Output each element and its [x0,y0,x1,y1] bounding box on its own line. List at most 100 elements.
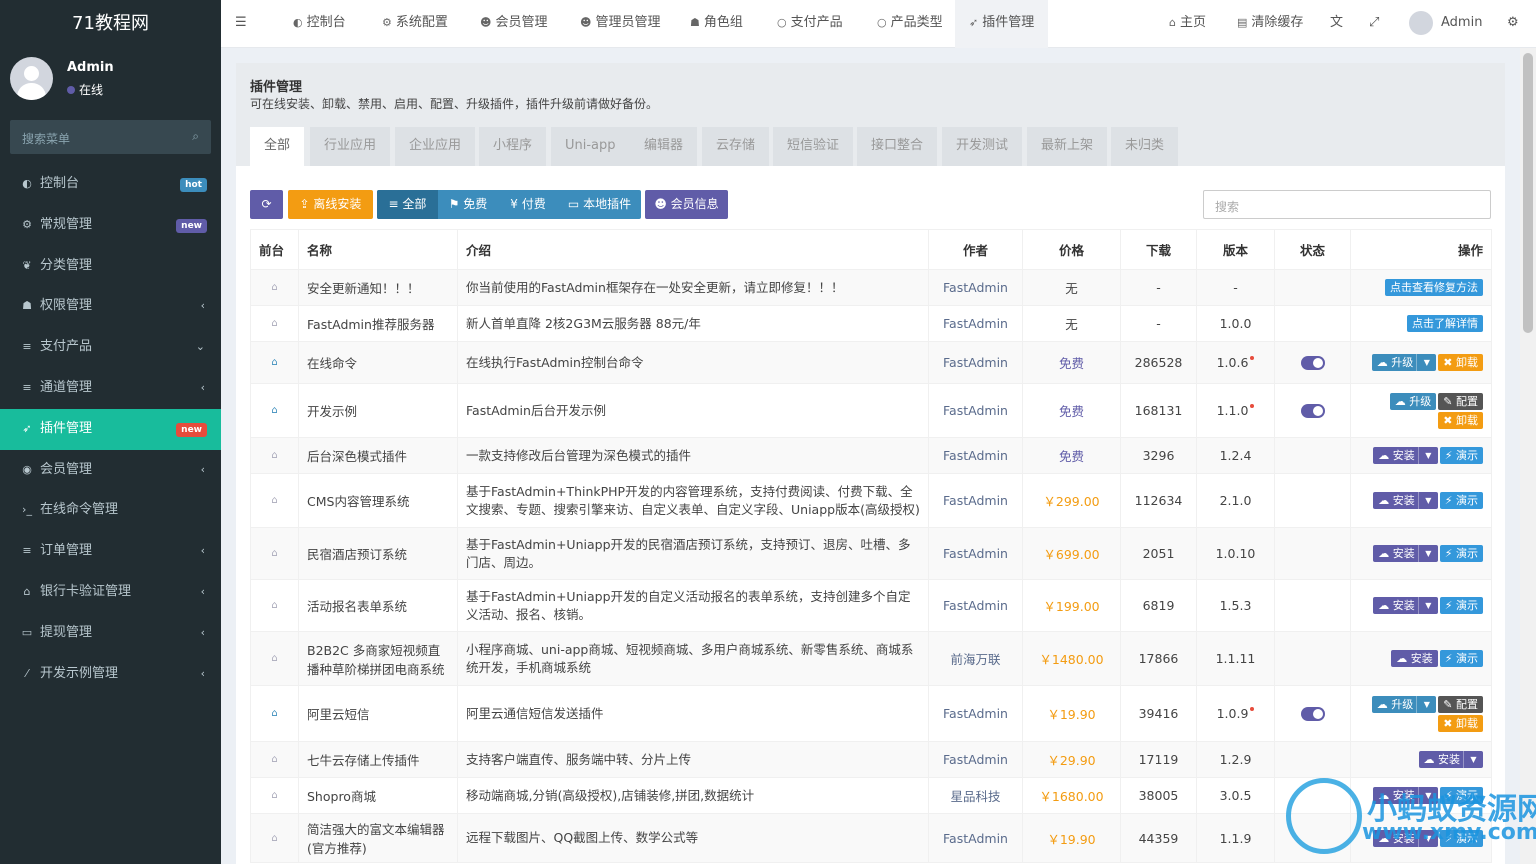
caret-down-icon[interactable]: ▼ [1463,751,1483,768]
filter-paid-button[interactable]: ¥ 付费 [498,190,558,219]
page-scrollbar[interactable] [1520,48,1536,864]
action-button[interactable]: ☁ 安装 [1418,751,1465,768]
sidebar-item[interactable]: ➶ 插件管理 new [0,408,221,450]
filter-all-button[interactable]: ≡ 全部 [377,190,438,219]
plugin-author[interactable]: FastAdmin [943,752,1008,767]
action-button[interactable]: ⚡ 演示 [1439,650,1483,667]
action-button[interactable]: 点击查看修复方法 [1385,279,1483,296]
sidebar-item[interactable]: ≡ 支付产品 ⌄ [0,327,221,368]
home-icon[interactable]: ⌂ [271,833,277,844]
clear-cache-button[interactable]: ▤ 清除缓存 [1237,0,1303,48]
home-icon[interactable]: ⌂ [271,450,277,461]
action-button[interactable]: ⚡ 演示 [1439,492,1483,509]
category-tab[interactable]: 开发测试 [942,127,1023,166]
sidebar-item[interactable]: ⚙ 常规管理 new [0,205,221,246]
action-button[interactable]: ☁ 安装 [1373,787,1420,804]
category-tab[interactable]: 最新上架 [1027,127,1108,166]
home-icon[interactable]: ⌂ [271,282,277,293]
action-button[interactable]: ⚡ 演示 [1439,829,1483,847]
home-icon[interactable]: ⌂ [271,754,277,765]
caret-down-icon[interactable]: ▼ [1417,597,1438,614]
app-logo[interactable]: 71教程网 [0,0,221,48]
home-link[interactable]: ⌂ 主页 [1169,0,1206,48]
caret-down-icon[interactable]: ▼ [1417,829,1438,847]
sidebar-item[interactable]: ❦ 分类管理 [0,246,221,287]
category-tab[interactable]: 未归类 [1111,127,1179,166]
sidebar-item[interactable]: ≡ 通道管理 ‹ [0,368,221,409]
action-button[interactable]: ✖ 卸载 [1438,354,1483,371]
action-button[interactable]: 点击了解详情 [1407,315,1483,332]
action-button[interactable]: ✖ 卸载 [1438,411,1483,429]
member-info-button[interactable]: ☻ 会员信息 [645,190,728,219]
topnav-tab[interactable]: ☗ 角色组 [676,0,757,48]
action-button[interactable]: ✎ 配置 [1438,392,1483,410]
plugin-author[interactable]: FastAdmin [943,831,1008,846]
topnav-tab[interactable]: ○ 产品类型 [863,0,957,48]
topnav-tab[interactable]: ◐ 控制台 [279,0,360,48]
caret-down-icon[interactable]: ▼ [1416,354,1437,371]
action-button[interactable]: ☁ 安装 [1373,545,1420,562]
action-button[interactable]: ⚡ 演示 [1439,597,1483,614]
refresh-button[interactable]: ⟳ [250,190,283,219]
plugin-author[interactable]: FastAdmin [943,448,1008,463]
action-button[interactable]: ✖ 卸载 [1438,714,1483,732]
action-button[interactable]: ⚡ 演示 [1439,545,1483,562]
action-button[interactable]: ✎ 配置 [1438,695,1483,713]
action-button[interactable]: ⚡ 演示 [1439,787,1483,804]
home-icon[interactable]: ⌂ [271,653,277,664]
sidebar-search-input[interactable]: 搜索菜单 ⌕ [10,120,211,154]
category-tab[interactable]: 企业应用 [395,127,476,166]
topnav-tab[interactable]: ⚙ 系统配置 [368,0,462,48]
menu-toggle-icon[interactable]: ☰ [235,0,251,48]
topnav-tab[interactable]: ➶ 插件管理 [955,0,1049,48]
action-button[interactable]: ☁ 升级 [1371,354,1419,371]
home-icon[interactable]: ⌂ [271,495,277,506]
action-button[interactable]: ☁ 安装 [1373,829,1420,847]
plugin-author[interactable]: FastAdmin [943,355,1008,370]
plugin-author[interactable]: FastAdmin [943,546,1008,561]
category-tab[interactable]: 短信验证 [773,127,854,166]
filter-local-button[interactable]: ▭ 本地插件 [558,190,641,219]
plugin-author[interactable]: FastAdmin [943,280,1008,295]
category-tab[interactable]: 行业应用 [310,127,391,166]
action-button[interactable]: ⚡ 演示 [1439,447,1483,464]
category-tab[interactable]: Uni-app [551,127,630,166]
status-toggle[interactable] [1300,404,1325,419]
topnav-tab[interactable]: ☻ 会员管理 [466,0,561,48]
admin-menu[interactable]: Admin [1409,0,1482,48]
filter-free-button[interactable]: ⚑ 免费 [438,190,498,219]
sidebar-item[interactable]: ≡ 订单管理 ‹ [0,531,221,572]
plugin-author[interactable]: 前海万联 [950,652,1000,667]
action-button[interactable]: ☁ 安装 [1373,447,1420,464]
language-icon[interactable]: 文 [1330,0,1343,48]
home-icon[interactable]: ⌂ [271,600,277,611]
sidebar-item[interactable]: ☗ 权限管理 ‹ [0,286,221,327]
action-button[interactable]: ☁ 安装 [1373,597,1420,614]
action-button[interactable]: ☁ 升级 [1371,695,1419,713]
search-icon[interactable]: ⌕ [192,129,199,144]
status-toggle[interactable] [1300,356,1325,371]
home-icon[interactable]: ⌂ [271,318,277,329]
sidebar-item[interactable]: ◐ 控制台 hot [0,164,221,205]
caret-down-icon[interactable]: ▼ [1417,492,1438,509]
home-icon[interactable]: ⌂ [271,708,277,719]
home-icon[interactable]: ⌂ [271,405,277,416]
sidebar-item[interactable]: ⁄ 开发示例管理 ‹ [0,654,221,695]
action-button[interactable]: ☁ 安装 [1391,650,1438,667]
plugin-search-input[interactable]: 搜索 [1203,190,1491,219]
sidebar-item[interactable]: ›_ 在线命令管理 [0,490,221,531]
caret-down-icon[interactable]: ▼ [1417,447,1438,464]
plugin-author[interactable]: 星品科技 [950,789,1000,804]
home-icon[interactable]: ⌂ [271,548,277,559]
scrollbar-thumb[interactable] [1523,53,1533,333]
fullscreen-icon[interactable]: ⤢ [1369,0,1379,48]
topnav-tab[interactable]: ○ 支付产品 [763,0,857,48]
category-tab[interactable]: 全部 [250,127,305,166]
caret-down-icon[interactable]: ▼ [1417,545,1438,562]
home-icon[interactable]: ⌂ [271,357,277,368]
category-tab[interactable]: 小程序 [479,127,547,166]
category-tab[interactable]: 接口整合 [857,127,938,166]
caret-down-icon[interactable]: ▼ [1416,695,1437,713]
sidebar-item[interactable]: ◉ 会员管理 ‹ [0,450,221,491]
caret-down-icon[interactable]: ▼ [1417,787,1438,804]
